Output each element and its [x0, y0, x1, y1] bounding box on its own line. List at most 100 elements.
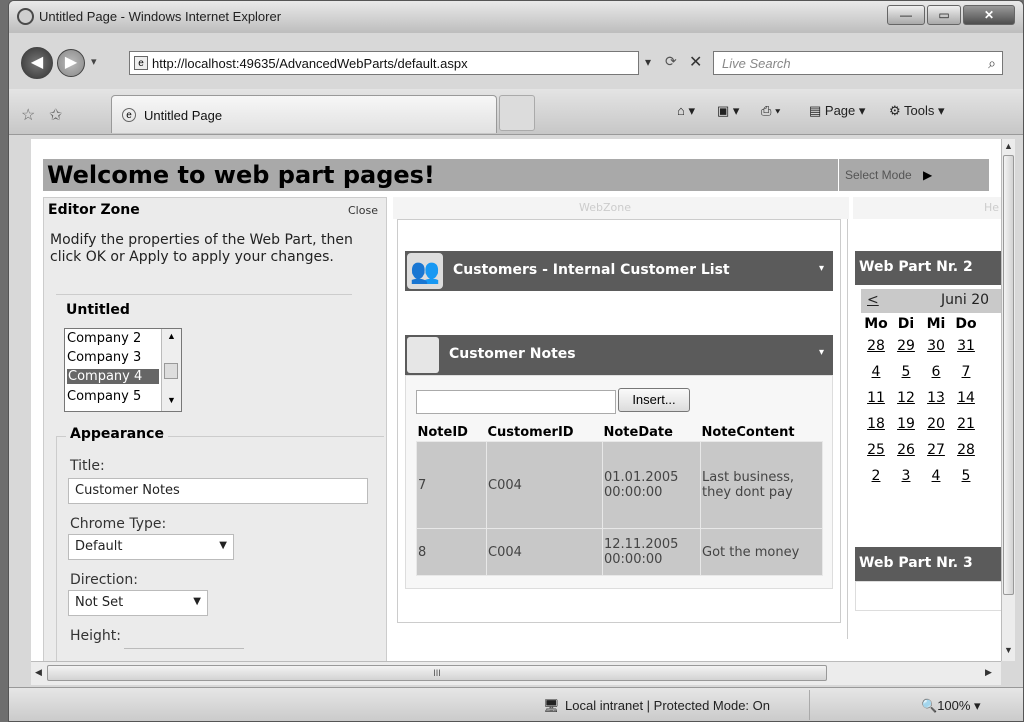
title-input[interactable]: Customer Notes	[68, 478, 368, 504]
height-label: Height:	[70, 628, 121, 644]
calendar-month: Juni 20	[941, 292, 990, 308]
calendar-day[interactable]: 27	[921, 437, 951, 463]
scroll-up-icon[interactable]: ▲	[1004, 141, 1013, 151]
scroll-right-icon[interactable]: ▶	[985, 667, 992, 678]
select-mode-menu[interactable]: Select Mode ▶	[839, 159, 989, 191]
calendar-day[interactable]: 29	[891, 333, 921, 359]
calendar-day[interactable]: 31	[951, 333, 981, 359]
history-dropdown-icon[interactable]: ▾	[91, 55, 97, 68]
webpart3-title: Web Part Nr. 3	[859, 555, 973, 571]
zoom-level[interactable]: 🔍100% ▾	[921, 698, 981, 714]
calendar-day[interactable]: 28	[951, 437, 981, 463]
webpart2-titlebar: Web Part Nr. 2	[855, 251, 1001, 285]
calendar-prev-link[interactable]: <	[867, 292, 879, 308]
calendar-day[interactable]: 13	[921, 385, 951, 411]
horizontal-scroll-thumb[interactable]: III	[47, 665, 827, 681]
vertical-scroll-thumb[interactable]	[1003, 155, 1014, 595]
editor-zone: Editor Zone Close Modify the properties …	[43, 197, 387, 661]
ie-window: Untitled Page - Windows Internet Explore…	[8, 0, 1024, 722]
company-option[interactable]: Company 5	[67, 389, 141, 404]
page-menu[interactable]: ▤ Page ▾	[809, 103, 865, 119]
calendar-day[interactable]: 11	[861, 385, 891, 411]
tab-untitled-page[interactable]: e Untitled Page	[111, 95, 497, 133]
title-bar: Untitled Page - Windows Internet Explore…	[9, 1, 1023, 33]
calendar-day[interactable]: 14	[951, 385, 981, 411]
customer-id-cell: C004	[486, 528, 603, 576]
column-header: NoteContent	[701, 425, 795, 440]
address-bar[interactable]: e http://localhost:49635/AdvancedWebPart…	[129, 51, 639, 75]
listbox-scroll-thumb[interactable]	[164, 363, 178, 379]
calendar-day-header: Mo	[864, 316, 888, 332]
forward-button[interactable]: ▶	[57, 49, 85, 77]
calendar-day[interactable]: 12	[891, 385, 921, 411]
tools-menu[interactable]: ⚙ Tools ▾	[889, 103, 945, 119]
zoom-text: 100%	[937, 698, 971, 713]
close-button[interactable]: ✕	[963, 5, 1015, 25]
back-button[interactable]: ◀	[21, 47, 53, 79]
minimize-button[interactable]: —	[887, 5, 925, 25]
status-bar: 🖥 Local intranet | Protected Mode: On 🔍1…	[9, 687, 1023, 721]
customers-webpart-titlebar: 👥 Customers - Internal Customer List ▾	[405, 251, 833, 291]
calendar-day[interactable]: 6	[921, 359, 951, 385]
page-header: Welcome to web part pages!	[43, 159, 838, 191]
chrome-type-select[interactable]: Default ▼	[68, 534, 234, 560]
listbox-scrollbar[interactable]: ▲ ▼	[161, 329, 181, 411]
refresh-icon[interactable]: ⟳	[665, 53, 677, 70]
company-listbox[interactable]: Company 2 Company 3 Company 4 Company 5 …	[64, 328, 182, 412]
company-option[interactable]: Company 3	[67, 350, 141, 365]
select-mode-arrow-icon: ▶	[923, 168, 933, 182]
webpart3-titlebar: Web Part Nr. 3	[855, 547, 1001, 581]
calendar-day[interactable]: 18	[861, 411, 891, 437]
home-icon[interactable]: ⌂ ▾	[677, 103, 695, 119]
stop-icon[interactable]: ✕	[689, 52, 702, 72]
calendar-day[interactable]: 4	[921, 463, 951, 489]
calendar-day[interactable]: 5	[891, 359, 921, 385]
address-url: http://localhost:49635/AdvancedWebParts/…	[152, 56, 468, 71]
favorites-star-icon[interactable]: ☆	[21, 105, 35, 125]
notes-document-icon	[407, 337, 439, 373]
calendar-day[interactable]: 21	[951, 411, 981, 437]
page-menu-icon: ▤	[809, 103, 825, 118]
maximize-button[interactable]: ▭	[927, 5, 961, 25]
feeds-icon[interactable]: ▣ ▾	[717, 103, 739, 119]
listbox-up-icon[interactable]: ▲	[167, 331, 176, 341]
height-input[interactable]	[124, 648, 244, 660]
calendar-day[interactable]: 25	[861, 437, 891, 463]
calendar-day[interactable]: 2	[861, 463, 891, 489]
calendar-day[interactable]: 26	[891, 437, 921, 463]
listbox-down-icon[interactable]: ▼	[167, 395, 176, 405]
scroll-down-icon[interactable]: ▼	[1004, 645, 1013, 655]
calendar-day[interactable]: 7	[951, 359, 981, 385]
insert-button[interactable]: Insert...	[618, 388, 690, 412]
company-option[interactable]: Company 2	[67, 331, 141, 346]
direction-value: Not Set	[75, 595, 124, 610]
vertical-scrollbar[interactable]: ▲ ▼	[1001, 139, 1015, 661]
calendar-day-header: Do	[955, 316, 977, 332]
note-input[interactable]	[416, 390, 616, 414]
calendar-grid: Mo Di Mi Do 28 29 30 31 4567 11 12 13 14 18 19 2…	[861, 315, 981, 489]
calendar-day[interactable]: 3	[891, 463, 921, 489]
print-icon[interactable]: ⎙ ▾	[761, 103, 780, 119]
company-option-selected[interactable]: Company 4	[67, 369, 159, 384]
calendar-day[interactable]: 5	[951, 463, 981, 489]
calendar-day[interactable]: 20	[921, 411, 951, 437]
customers-verbs-menu-icon[interactable]: ▾	[819, 263, 824, 274]
direction-select[interactable]: Not Set ▼	[68, 590, 208, 616]
search-icon[interactable]: ⌕	[988, 55, 996, 72]
calendar-day[interactable]: 28	[861, 333, 891, 359]
intranet-icon: 🖥	[543, 698, 560, 713]
calendar-day[interactable]: 19	[891, 411, 921, 437]
tab-label: Untitled Page	[144, 108, 223, 123]
search-box[interactable]: Live Search ⌕	[713, 51, 1003, 75]
address-dropdown-icon[interactable]: ▾	[645, 55, 651, 69]
new-tab-button[interactable]	[499, 95, 535, 131]
tools-gear-icon: ⚙	[889, 103, 905, 118]
calendar-day[interactable]: 4	[861, 359, 891, 385]
scroll-left-icon[interactable]: ◀	[35, 667, 42, 678]
add-favorites-icon[interactable]: ✩	[49, 105, 62, 125]
calendar-day[interactable]: 30	[921, 333, 951, 359]
editor-close-link[interactable]: Close	[348, 204, 378, 217]
window-title: Untitled Page - Windows Internet Explore…	[39, 9, 282, 24]
notes-verbs-menu-icon[interactable]: ▾	[819, 347, 824, 358]
horizontal-scrollbar[interactable]: ◀ III ▶	[31, 661, 1001, 685]
